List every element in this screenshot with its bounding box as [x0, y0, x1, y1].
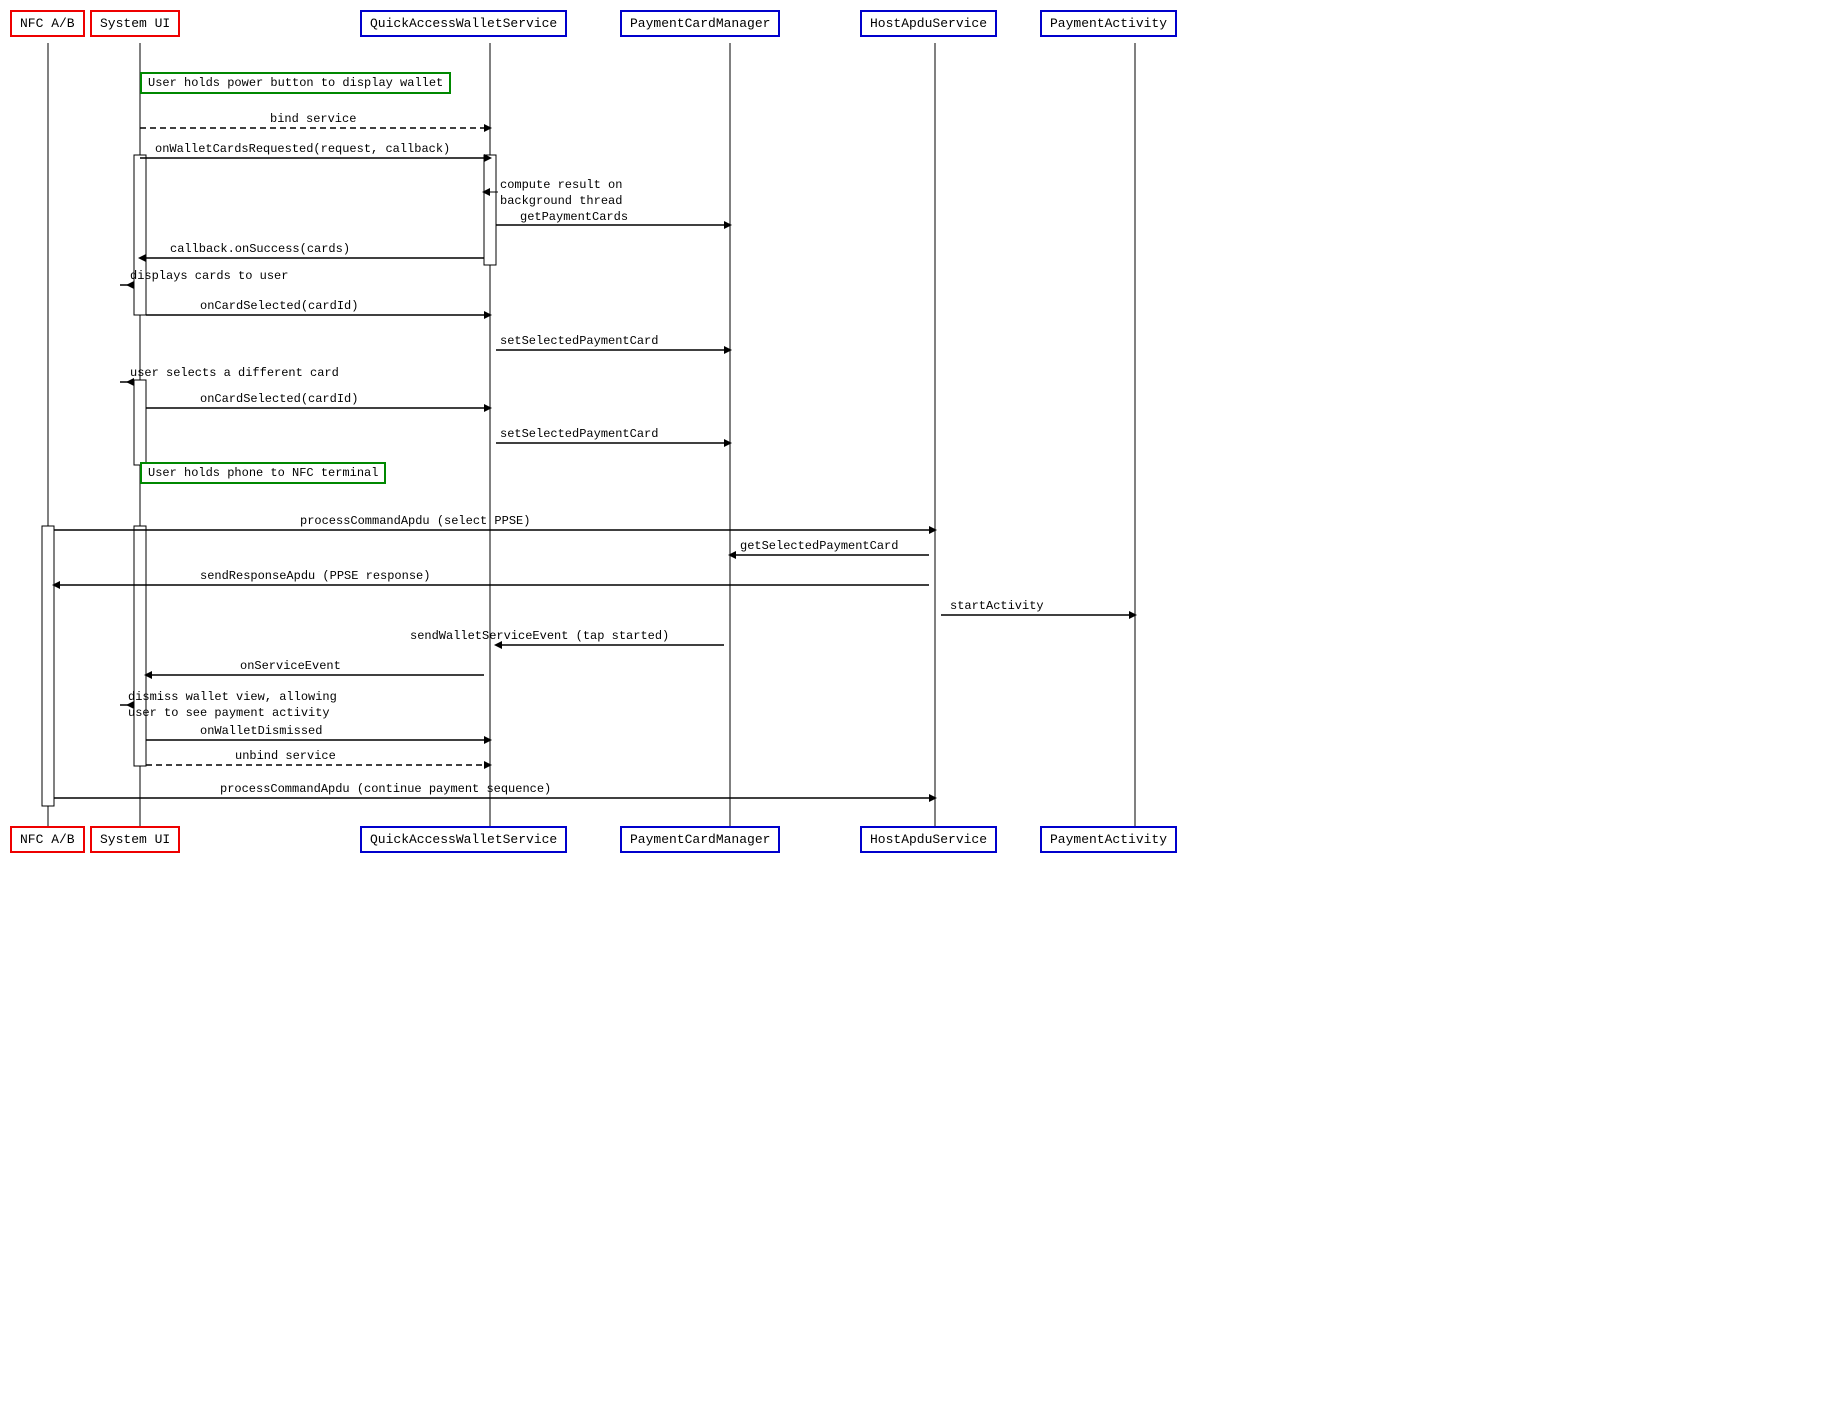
- note-power-button: User holds power button to display walle…: [140, 72, 451, 94]
- msg-onwallet-arrow: [484, 154, 492, 162]
- dismiss-label2: user to see payment activity: [128, 706, 330, 720]
- msg-oncard1-arrow: [484, 311, 492, 319]
- msg-startactivity-label: startActivity: [950, 599, 1044, 613]
- actor-sysui-top: System UI: [90, 10, 180, 37]
- actor-has-top: HostApduService: [860, 10, 997, 37]
- msg-sendresponse-arrow: [52, 581, 60, 589]
- msg-callback-label: callback.onSuccess(cards): [170, 242, 350, 256]
- activation-sysui-nfc: [134, 526, 146, 766]
- activation-sysui-3: [134, 690, 146, 750]
- activation-qaws-1: [484, 155, 496, 265]
- msg-setselected2-arrow: [724, 439, 732, 447]
- userselects-self-arrow: [126, 378, 134, 386]
- msg-bind-service-arrow: [484, 124, 492, 132]
- msg-onwallet-dismissed-label: onWalletDismissed: [200, 724, 322, 738]
- actor-pcm-top: PaymentCardManager: [620, 10, 780, 37]
- displays-label: displays cards to user: [130, 269, 288, 283]
- actor-pcm-bottom: PaymentCardManager: [620, 826, 780, 853]
- msg-unbind-arrow: [484, 761, 492, 769]
- msg-process2-label: processCommandApdu (continue payment seq…: [220, 782, 551, 796]
- actor-sysui-bottom: System UI: [90, 826, 180, 853]
- msg-callback-arrow: [138, 254, 146, 262]
- activation-sysui-2: [134, 380, 146, 465]
- actor-qaws-bottom: QuickAccessWalletService: [360, 826, 567, 853]
- msg-getselected-arrow: [728, 551, 736, 559]
- msg-sendwallet-label: sendWalletServiceEvent (tap started): [410, 629, 669, 643]
- compute-note-line1: compute result on: [500, 178, 622, 192]
- actor-nfc-bottom: NFC A/B: [10, 826, 85, 853]
- msg-onwallet-label: onWalletCardsRequested(request, callback…: [155, 142, 450, 156]
- msg-sendresponse-label: sendResponseApdu (PPSE response): [200, 569, 430, 583]
- msg-setselected1-label: setSelectedPaymentCard: [500, 334, 658, 348]
- msg-onservice-label: onServiceEvent: [240, 659, 341, 673]
- msg-process1-label: processCommandApdu (select PPSE): [300, 514, 530, 528]
- actor-pa-top: PaymentActivity: [1040, 10, 1177, 37]
- msg-getpaymentcards-label: getPaymentCards: [520, 210, 628, 224]
- actor-has-bottom: HostApduService: [860, 826, 997, 853]
- userselects-label: user selects a different card: [130, 366, 339, 380]
- displays-self-arrow: [126, 281, 134, 289]
- activation-sysui-1: [134, 155, 146, 315]
- msg-oncard1-label: onCardSelected(cardId): [200, 299, 358, 313]
- dismiss-label1: dismiss wallet view, allowing: [128, 690, 337, 704]
- msg-startactivity-arrow: [1129, 611, 1137, 619]
- diagram-container: NFC A/B System UI QuickAccessWalletServi…: [0, 0, 1245, 880]
- compute-note-bg: [498, 175, 668, 210]
- msg-oncard2-arrow: [484, 404, 492, 412]
- compute-note-line2: background thread: [500, 194, 622, 208]
- activation-nfc: [42, 526, 54, 806]
- msg-unbind-label: unbind service: [235, 749, 336, 763]
- note-nfc-terminal: User holds phone to NFC terminal: [140, 462, 386, 484]
- msg-onservice-arrow: [144, 671, 152, 679]
- msg-process1-arrow: [929, 526, 937, 534]
- msg-onwallet-dismissed-arrow: [484, 736, 492, 744]
- msg-process2-arrow: [929, 794, 937, 802]
- dismiss-self-arrow: [126, 701, 134, 709]
- msg-sendwallet-arrow: [494, 641, 502, 649]
- actor-nfc-top: NFC A/B: [10, 10, 85, 37]
- actor-pa-bottom: PaymentActivity: [1040, 826, 1177, 853]
- diagram-svg: bind service onWalletCardsRequested(requ…: [0, 0, 1245, 880]
- actor-qaws-top: QuickAccessWalletService: [360, 10, 567, 37]
- msg-getselected-label: getSelectedPaymentCard: [740, 539, 898, 553]
- msg-oncard2-label: onCardSelected(cardId): [200, 392, 358, 406]
- msg-setselected2-label: setSelectedPaymentCard: [500, 427, 658, 441]
- msg-setselected1-arrow: [724, 346, 732, 354]
- msg-bind-service-label: bind service: [270, 112, 356, 126]
- msg-getpaymentcards-arrow: [724, 221, 732, 229]
